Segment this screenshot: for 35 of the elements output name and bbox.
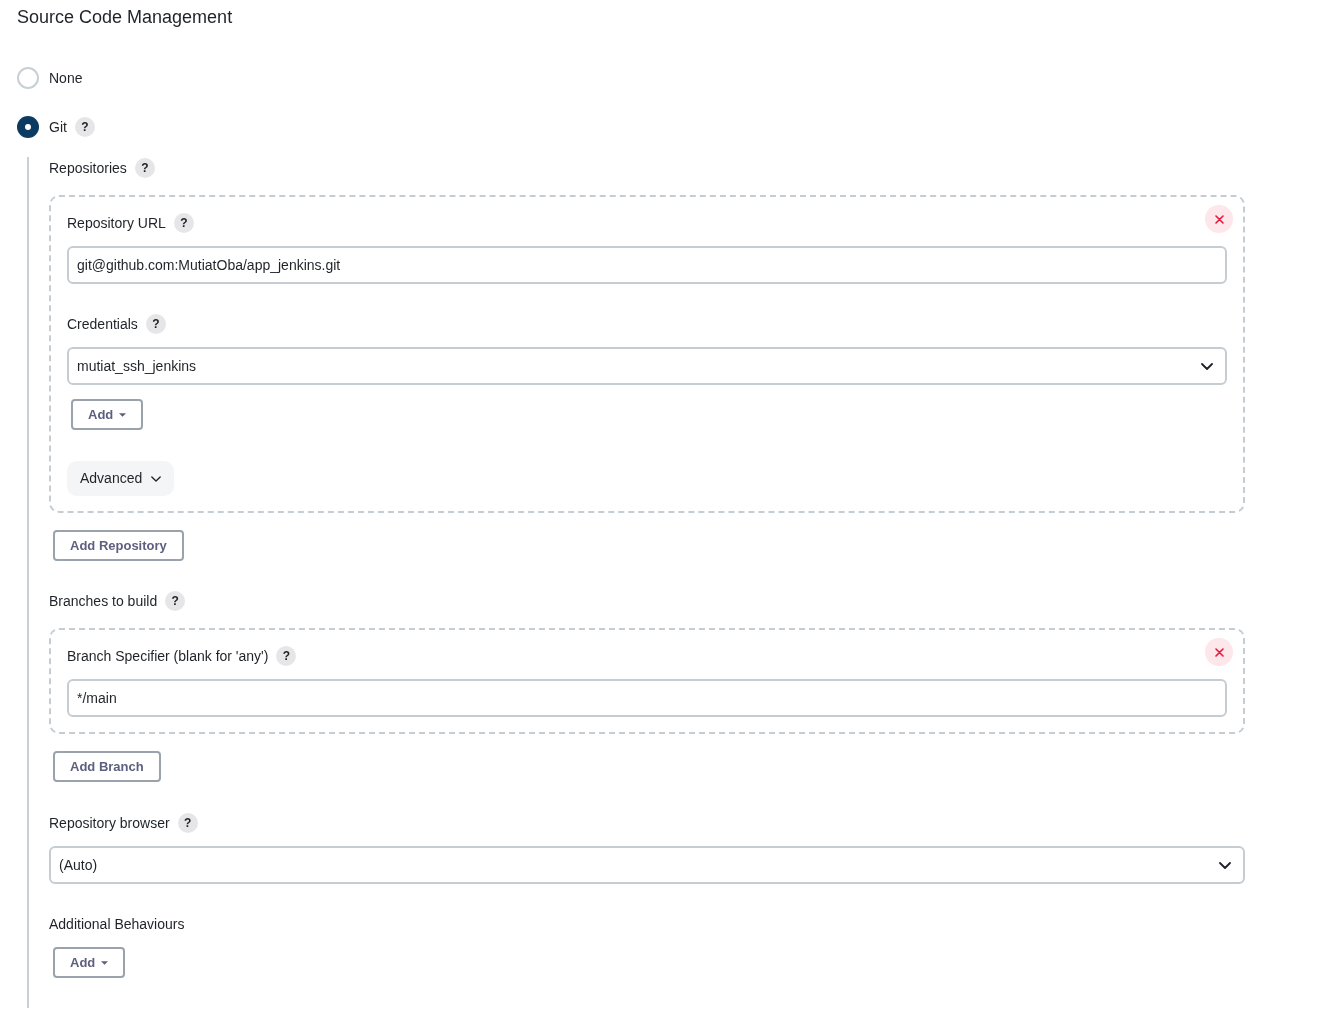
add-dropdown-button[interactable]: Add xyxy=(71,399,144,430)
help-button[interactable]: ? xyxy=(177,813,198,833)
radio-button[interactable] xyxy=(17,67,39,89)
text-field[interactable]: */main xyxy=(67,679,1227,717)
delete-button[interactable] xyxy=(1205,205,1233,233)
delete-button[interactable] xyxy=(1205,638,1233,666)
help-button[interactable]: ? xyxy=(134,158,155,178)
section-title: Source Code Management xyxy=(17,6,233,29)
close-icon xyxy=(1214,647,1224,657)
radio-label[interactable]: None xyxy=(49,67,83,89)
radio-button[interactable] xyxy=(17,116,39,138)
add-button[interactable]: Add Repository xyxy=(53,530,184,561)
section-label: Additional Behaviours xyxy=(49,915,185,934)
section-label: Repository browser xyxy=(49,814,170,833)
field-label: Credentials xyxy=(67,315,138,334)
text-field[interactable]: git@github.com:MutiatOba/app_jenkins.git xyxy=(67,246,1227,284)
add-button[interactable]: Add Branch xyxy=(53,751,161,782)
help-button[interactable]: ? xyxy=(145,314,166,334)
dropdown-field[interactable]: (Auto) xyxy=(49,846,1245,884)
help-button[interactable]: ? xyxy=(276,646,297,666)
dropdown-field[interactable]: mutiat_ssh_jenkins xyxy=(67,347,1227,385)
help-button[interactable]: ? xyxy=(74,117,95,137)
chevron-down-icon xyxy=(151,475,162,482)
field-label: Repository URL xyxy=(67,214,166,233)
close-icon xyxy=(1214,214,1224,224)
field-label: Branch Specifier (blank for 'any') xyxy=(67,647,269,666)
advanced-button[interactable]: Advanced xyxy=(67,461,175,496)
chevron-down-icon xyxy=(1219,861,1231,869)
chevron-down-icon xyxy=(1201,362,1213,370)
section-label: Branches to build xyxy=(49,592,158,611)
add-dropdown-button[interactable]: Add xyxy=(53,947,126,978)
help-button[interactable]: ? xyxy=(165,591,186,611)
section-label: Repositories xyxy=(49,159,127,178)
radio-label[interactable]: Git xyxy=(49,116,67,138)
help-button[interactable]: ? xyxy=(173,213,194,233)
